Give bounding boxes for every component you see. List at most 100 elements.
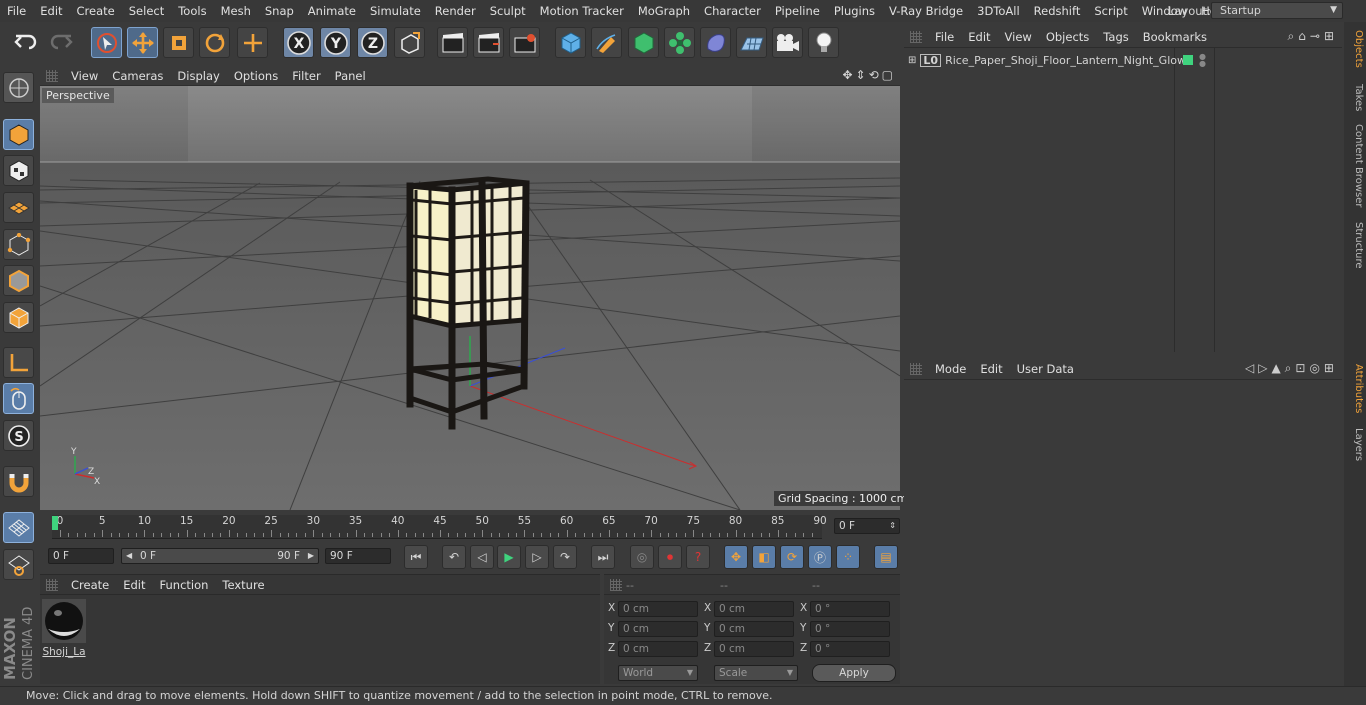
drag-handle-icon[interactable] [46,578,58,591]
current-frame-field[interactable]: 0 F ⇕ [834,518,900,534]
coord-rot-field[interactable]: 0 ° [810,621,890,637]
autokey-button[interactable]: ⏺ [658,545,682,569]
material-menu-edit[interactable]: Edit [116,574,152,596]
coord-mode-select[interactable]: World ▼ [618,665,698,681]
coord-rot-field[interactable]: 0 ° [810,601,890,617]
axis-mode-button[interactable] [3,347,34,378]
menu-plugins[interactable]: Plugins [827,0,882,22]
apply-button[interactable]: Apply [812,664,896,682]
start-frame-field[interactable]: 0 F [48,548,114,564]
menu-select[interactable]: Select [122,0,171,22]
go-to-end-button[interactable]: ⏭ [591,545,615,569]
drag-handle-icon[interactable] [910,30,922,43]
tweak-mode-button[interactable] [3,383,34,414]
polygons-mode-button[interactable] [3,302,34,333]
select-tool-button[interactable] [91,27,122,58]
mograph-cloner-button[interactable] [664,27,695,58]
key-position-button[interactable]: ✥ [724,545,748,569]
menu-sculpt[interactable]: Sculpt [483,0,533,22]
viewport-menu-options[interactable]: Options [227,65,285,87]
redo-button[interactable] [45,27,76,58]
render-picture-viewer-button[interactable] [473,27,504,58]
object-row[interactable]: ⊞ L0 Rice_Paper_Shoji_Floor_Lantern_Nigh… [908,51,1338,69]
scale-tool-button[interactable] [163,27,194,58]
attr-menu-edit[interactable]: Edit [973,358,1009,380]
camera-button[interactable] [772,27,803,58]
end-frame-field[interactable]: 90 F [325,548,391,564]
undo-button[interactable] [10,27,41,58]
menu-edit[interactable]: Edit [33,0,69,22]
coord-size-field[interactable]: 0 cm [714,641,794,657]
timeline-ruler[interactable]: 0 5 10 15 20 25 30 35 40 45 50 55 60 65 70 75 80 85 90 0 F… [40,512,900,540]
om-header-icons[interactable]: ⌕⌂⊸⊞ [1288,29,1338,44]
coord-rot-field[interactable]: 0 ° [810,641,890,657]
attr-header-icons[interactable]: ◁▷▲⌕⊡◎⊞ [1245,361,1338,376]
menu-snap[interactable]: Snap [258,0,301,22]
tab-takes[interactable]: Takes [1346,84,1364,111]
workplane-lock-button[interactable] [3,512,34,543]
coord-pos-field[interactable]: 0 cm [618,621,698,637]
menu-file[interactable]: File [0,0,33,22]
key-rotation-button[interactable]: ⟳ [780,545,804,569]
texture-mode-button[interactable] [3,155,34,186]
drag-handle-icon[interactable] [610,579,622,591]
perspective-viewport[interactable]: Y Z X [40,86,900,510]
x-axis-button[interactable]: X [283,27,314,58]
drag-handle-icon[interactable] [46,69,58,82]
key-parameter-button[interactable]: Ⓟ [808,545,832,569]
play-button[interactable]: ▶ [497,545,521,569]
attr-menu-mode[interactable]: Mode [928,358,973,380]
add-cube-button[interactable] [555,27,586,58]
workplane-rotate-button[interactable] [3,549,34,580]
snap-button[interactable] [3,466,34,497]
previous-frame-button[interactable]: ◁ [470,545,494,569]
tab-layers[interactable]: Layers [1346,428,1364,461]
material-menu-create[interactable]: Create [64,574,116,596]
viewport-nav-icons[interactable]: ✥⇕⟲▢ [842,68,896,82]
next-key-button[interactable]: ↷ [553,545,577,569]
model-mode-button[interactable] [3,119,34,150]
timeline-window-button[interactable]: ▤ [874,545,898,569]
key-scale-button[interactable]: ◧ [752,545,776,569]
render-view-button[interactable] [437,27,468,58]
menu-motion-tracker[interactable]: Motion Tracker [533,0,631,22]
om-menu-objects[interactable]: Objects [1039,26,1096,48]
viewport-menu-filter[interactable]: Filter [285,65,327,87]
coord-size-field[interactable]: 0 cm [714,621,794,637]
viewport-menu-view[interactable]: View [64,65,105,87]
expand-icon[interactable]: ⊞ [908,55,916,66]
live-select-button[interactable] [237,27,268,58]
coordinate-system-button[interactable] [394,27,425,58]
material-menu-function[interactable]: Function [153,574,216,596]
coord-size-field[interactable]: 0 cm [714,601,794,617]
tab-content-browser[interactable]: Content Browser [1346,124,1364,207]
menu-redshift[interactable]: Redshift [1027,0,1088,22]
coord-size-mode-select[interactable]: Scale ▼ [714,665,798,681]
viewport-menu-display[interactable]: Display [170,65,226,87]
timeline-marker[interactable] [52,516,58,530]
menu-tools[interactable]: Tools [171,0,213,22]
menu-simulate[interactable]: Simulate [363,0,428,22]
attr-menu-user-data[interactable]: User Data [1010,358,1081,380]
rotate-tool-button[interactable] [199,27,230,58]
om-menu-file[interactable]: File [928,26,961,48]
om-menu-bookmarks[interactable]: Bookmarks [1136,26,1214,48]
move-tool-button[interactable] [127,27,158,58]
coord-pos-field[interactable]: 0 cm [618,601,698,617]
next-frame-button[interactable]: ▷ [525,545,549,569]
visibility-dots-icon[interactable]: ● ● [1199,53,1206,68]
menu-animate[interactable]: Animate [301,0,363,22]
previous-key-button[interactable]: ↶ [442,545,466,569]
coord-pos-field[interactable]: 0 cm [618,641,698,657]
viewport-menu-cameras[interactable]: Cameras [105,65,170,87]
om-menu-view[interactable]: View [998,26,1039,48]
tab-attributes[interactable]: Attributes [1346,364,1364,413]
workplane-mode-button[interactable] [3,192,34,223]
edges-mode-button[interactable] [3,265,34,296]
layer-color-swatch[interactable] [1183,55,1193,65]
menu-character[interactable]: Character [697,0,768,22]
tab-objects[interactable]: Objects [1346,30,1364,68]
floor-button[interactable] [736,27,767,58]
layout-select[interactable]: Startup ▼ [1211,2,1343,19]
menu-mograph[interactable]: MoGraph [631,0,697,22]
